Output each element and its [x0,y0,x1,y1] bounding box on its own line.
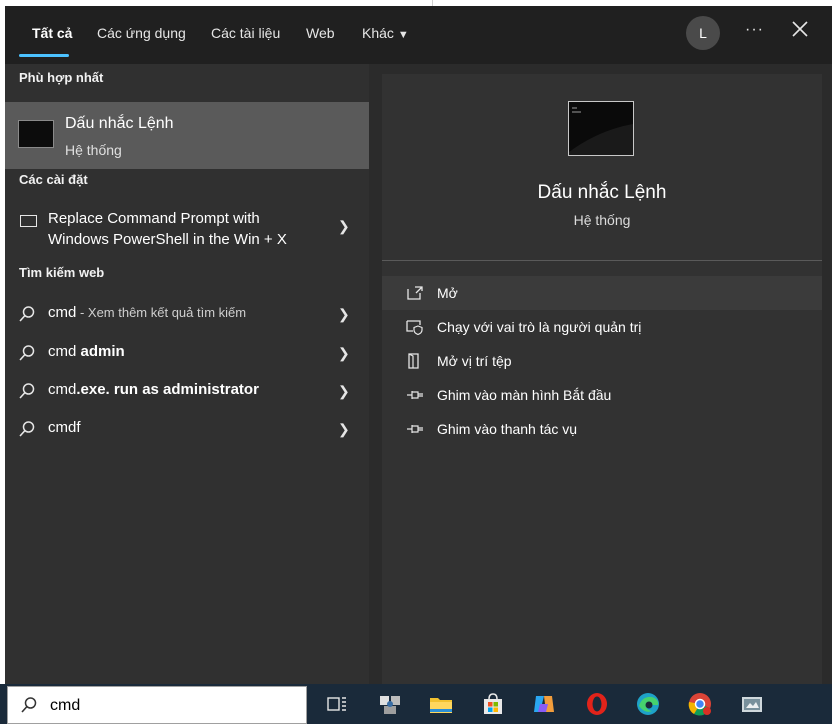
setting-line1: Replace Command Prompt with [48,210,260,227]
chevron-right-icon: ❯ [338,345,350,361]
web-result-prefix: cmd [48,343,81,360]
chrome-icon[interactable] [686,690,714,718]
divider [382,260,822,261]
web-result-text: cmd - Xem thêm kết quả tìm kiếm [48,304,246,321]
web-result-4[interactable]: cmdf ❯ [5,413,369,449]
search-icon [19,421,35,437]
file-explorer-icon[interactable] [427,690,455,718]
start-search-panel: Tất cả Các ứng dụng Các tài liệu Web Khá… [5,6,832,684]
web-result-1[interactable]: cmd - Xem thêm kết quả tìm kiếm ❯ [5,298,369,334]
pin-icon [407,391,423,399]
tab-more[interactable]: Khác ▼ [362,25,409,41]
caret-down-icon: ▼ [397,29,409,41]
action-pin-to-start[interactable]: Ghim vào màn hình Bắt đầu [382,378,822,412]
close-icon[interactable] [789,18,811,40]
taskbar [0,684,832,724]
copilot-icon[interactable] [530,690,558,718]
best-match-title: Dấu nhắc Lệnh [65,115,174,132]
chevron-right-icon: ❯ [338,383,350,399]
tab-apps[interactable]: Các ứng dụng [97,25,186,41]
web-result-text: cmd.exe. run as administrator [48,381,259,398]
action-pin-to-taskbar[interactable]: Ghim vào thanh tác vụ [382,412,822,446]
tab-documents[interactable]: Các tài liệu [211,25,280,41]
preview-title: Dấu nhắc Lệnh [537,182,667,203]
best-match-item[interactable]: Dấu nhắc Lệnh Hệ thống [5,102,369,169]
setting-line2: Windows PowerShell in the Win + X [48,231,287,248]
web-result-prefix: cmd [48,381,77,398]
shield-icon [406,320,423,335]
app-icon[interactable] [376,690,404,718]
action-open-file-location[interactable]: Mở vị trí tệp [382,344,822,378]
command-prompt-icon [18,120,54,148]
preview-subtitle: Hệ thống [573,212,631,228]
section-settings: Các cài đặt [19,172,88,187]
tab-more-label: Khác [362,25,394,41]
web-result-bold: admin [80,343,125,360]
web-result-3[interactable]: cmd.exe. run as administrator ❯ [5,375,369,411]
web-result-bold: .exe. run as administrator [76,381,259,398]
task-view-icon[interactable] [322,690,350,718]
user-avatar[interactable]: L [686,16,720,50]
app-icon[interactable] [738,690,766,718]
active-tab-indicator [19,54,69,57]
preview-pane: Dấu nhắc Lệnh Hệ thống Mở Chạy với vai t… [382,74,822,684]
open-icon [407,286,423,300]
search-icon [21,697,37,713]
edge-icon[interactable] [634,690,662,718]
web-result-text: cmdf [48,419,81,436]
more-options-icon[interactable]: ··· [745,21,764,39]
action-open[interactable]: Mở [382,276,822,310]
setting-item[interactable]: Replace Command Prompt with Windows Power… [5,206,369,262]
section-best-match: Phù hợp nhất [19,70,104,85]
best-match-subtitle: Hệ thống [65,142,122,158]
chevron-right-icon: ❯ [338,306,350,322]
opera-icon[interactable] [583,690,611,718]
web-result-hint: - Xem thêm kết quả tìm kiếm [76,305,247,320]
action-run-as-admin-label: Chạy với vai trò là người quản trị [437,319,642,335]
command-prompt-large-icon [568,101,634,156]
microsoft-store-icon[interactable] [479,690,507,718]
web-result-2[interactable]: cmd admin ❯ [5,337,369,373]
action-pin-to-taskbar-label: Ghim vào thanh tác vụ [437,421,578,437]
file-location-icon [408,353,419,369]
setting-item-label: Replace Command Prompt with Windows Power… [48,208,310,250]
display-icon [20,215,37,227]
web-result-text: cmd admin [48,343,125,360]
web-result-query: cmd [48,304,77,321]
search-input[interactable] [48,694,292,718]
results-list: Phù hợp nhất Dấu nhắc Lệnh Hệ thống Các … [5,64,369,684]
action-run-as-admin[interactable]: Chạy với vai trò là người quản trị [382,310,822,344]
action-open-label: Mở [437,285,458,301]
search-icon [19,306,35,322]
pin-icon [407,425,423,433]
chevron-right-icon: ❯ [338,421,350,437]
search-icon [19,383,35,399]
tab-web[interactable]: Web [306,25,335,41]
taskbar-search-box[interactable] [7,686,307,724]
section-web: Tìm kiếm web [19,265,105,280]
action-open-file-location-label: Mở vị trí tệp [437,353,512,369]
tab-all[interactable]: Tất cả [32,25,72,41]
action-pin-to-start-label: Ghim vào màn hình Bắt đầu [437,387,612,403]
chevron-right-icon: ❯ [338,218,350,234]
search-icon [19,345,35,361]
search-tabs-bar: Tất cả Các ứng dụng Các tài liệu Web Khá… [5,6,832,64]
